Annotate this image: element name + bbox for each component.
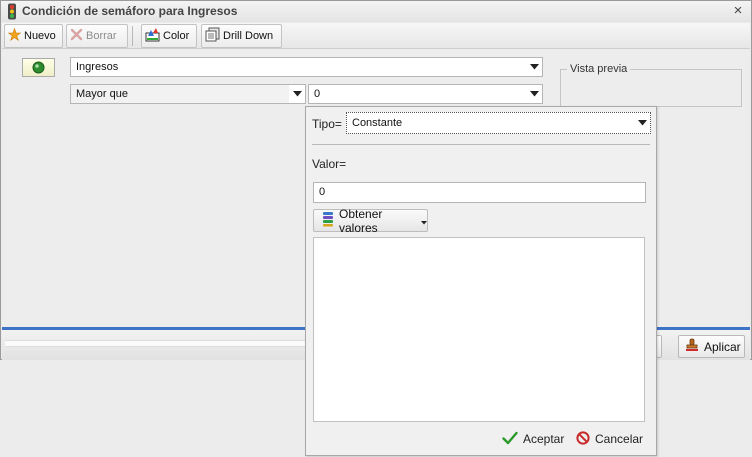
new-star-icon xyxy=(7,27,22,44)
field-select-value: Ingresos xyxy=(76,61,119,73)
cancel-label: Cancelar xyxy=(595,432,644,446)
accept-label: Aceptar xyxy=(523,432,565,446)
drill-down-button-label: Drill Down xyxy=(223,30,274,42)
traffic-light-icon xyxy=(5,3,19,20)
chevron-down-icon[interactable] xyxy=(526,85,542,103)
compare-value-text: 0 xyxy=(314,88,321,100)
value-input[interactable]: 0 xyxy=(313,182,646,203)
new-button[interactable]: Nuevo xyxy=(4,24,63,48)
chevron-down-icon[interactable] xyxy=(634,113,650,133)
toolbar: Nuevo Borrar Color Drill Down xyxy=(2,23,750,49)
type-label: Tipo= xyxy=(312,117,342,131)
dialog-title: Condición de semáforo para Ingresos xyxy=(22,4,238,18)
get-values-button[interactable]: Obtener valores xyxy=(313,206,428,235)
database-icon xyxy=(321,211,335,230)
drill-down-button[interactable]: Drill Down xyxy=(201,24,282,48)
type-select[interactable]: Constante xyxy=(346,112,651,134)
toolbar-separator xyxy=(132,26,133,46)
operator-select-value: Mayor que xyxy=(76,88,128,100)
chevron-down-icon[interactable] xyxy=(526,58,542,76)
drill-down-icon xyxy=(205,27,220,45)
value-input-text: 0 xyxy=(319,186,326,198)
delete-button[interactable]: Borrar xyxy=(66,24,128,48)
field-select[interactable]: Ingresos xyxy=(70,57,543,77)
delete-button-label: Borrar xyxy=(86,30,117,42)
check-icon xyxy=(502,431,518,448)
values-list[interactable] xyxy=(313,237,645,422)
preview-box: Vista previa xyxy=(560,63,742,107)
stamp-icon xyxy=(685,338,699,355)
caret-down-icon xyxy=(421,214,427,228)
close-icon[interactable]: × xyxy=(730,3,746,19)
value-label: Valor= xyxy=(312,157,347,171)
operator-select[interactable]: Mayor que xyxy=(70,84,306,104)
preview-legend: Vista previa xyxy=(567,63,631,75)
chevron-down-icon[interactable] xyxy=(289,85,305,103)
apply-button-label: Aplicar xyxy=(704,339,741,354)
cancel-icon xyxy=(576,430,590,448)
color-button-label: Color xyxy=(163,30,190,42)
compare-value-select[interactable]: 0 xyxy=(308,84,543,104)
delete-x-icon xyxy=(70,28,83,44)
apply-button[interactable]: Aplicar xyxy=(678,335,745,358)
color-button[interactable]: Color xyxy=(141,24,197,48)
cancel-button[interactable]: Cancelar xyxy=(576,429,643,449)
title-bar[interactable]: Condición de semáforo para Ingresos × xyxy=(1,1,751,22)
green-status-icon[interactable] xyxy=(22,58,55,77)
get-values-label: Obtener valores xyxy=(339,206,383,235)
accept-button[interactable]: Aceptar xyxy=(502,429,564,449)
popup-separator xyxy=(312,144,650,145)
color-palette-icon xyxy=(145,27,160,45)
type-select-value: Constante xyxy=(352,117,403,129)
new-button-label: Nuevo xyxy=(24,30,56,42)
value-popup: Tipo= Constante Valor= 0 Obtener valores xyxy=(305,106,657,456)
